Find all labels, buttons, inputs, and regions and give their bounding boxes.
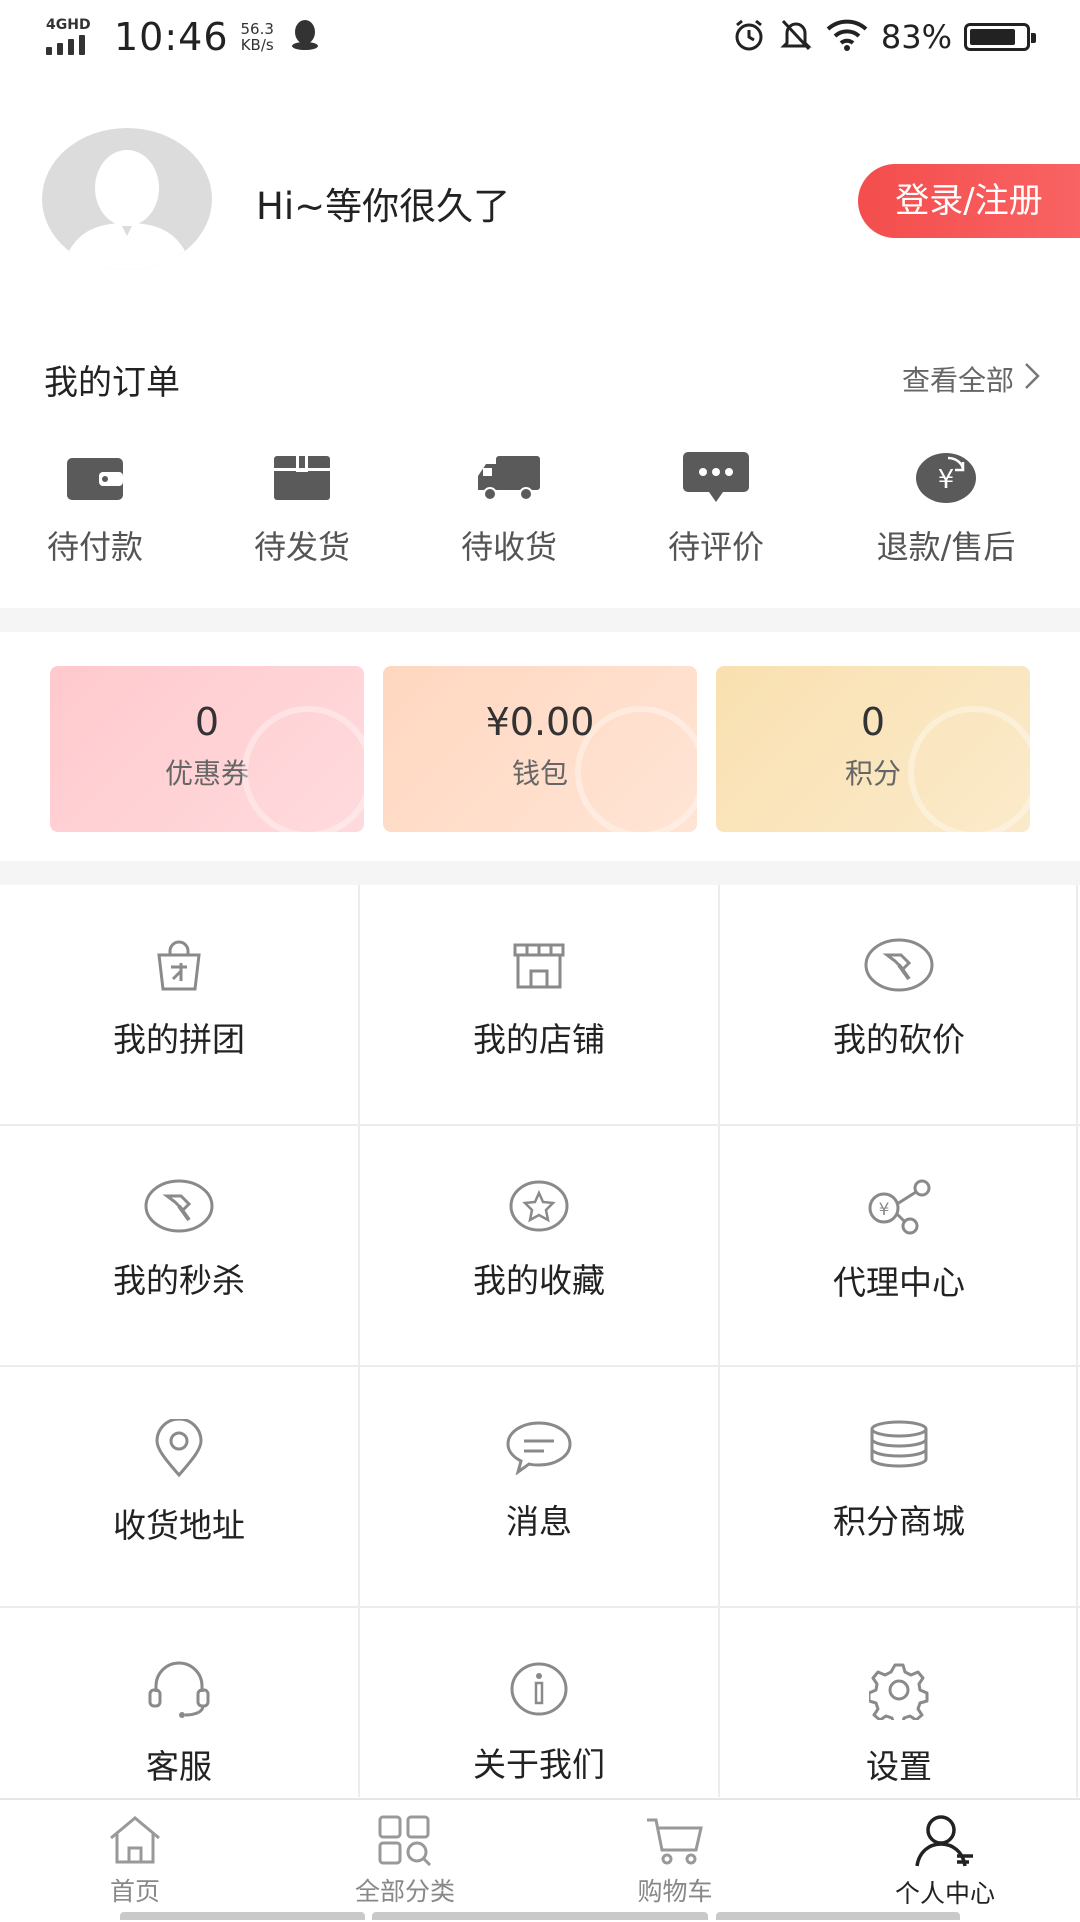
wallet-icon: [0, 450, 195, 504]
order-item-label: 待付款: [46, 528, 143, 566]
avatar[interactable]: [42, 128, 212, 270]
menu-label: 关于我们: [473, 1745, 605, 1784]
package-icon: [202, 450, 402, 504]
menu-group-buy[interactable]: 我的拼团: [0, 885, 358, 1124]
bargain-icon: [720, 937, 1078, 993]
wifi-icon: [825, 18, 869, 56]
menu-favorites[interactable]: 我的收藏: [360, 1126, 718, 1365]
menu-label: 代理中心: [833, 1263, 965, 1302]
order-item-label: 待收货: [460, 528, 557, 566]
home-icon: [35, 1814, 235, 1866]
order-refund[interactable]: ¥ 退款/售后: [846, 450, 1046, 568]
view-all-orders-link[interactable]: 查看全部: [902, 359, 1040, 399]
speed-unit: KB/s: [240, 36, 274, 54]
svg-text:¥: ¥: [879, 1200, 890, 1220]
tab-label: 全部分类: [354, 1877, 455, 1906]
order-status-row: 待付款 待发货 待收货 待评价 ¥ 退款/售后: [0, 450, 1080, 580]
network-type: 4GHD: [46, 17, 91, 33]
cart-icon: [575, 1814, 775, 1866]
menu-settings[interactable]: 设置: [720, 1608, 1078, 1797]
menu-label: 我的秒杀: [113, 1261, 245, 1300]
section-divider: [0, 861, 1080, 885]
asset-cards: 0 优惠券 ¥0.00 钱包 0 积分: [0, 660, 1080, 840]
menu-about-us[interactable]: 关于我们: [360, 1608, 718, 1797]
menu-address[interactable]: 收货地址: [0, 1367, 358, 1606]
login-register-button[interactable]: 登录/注册: [858, 164, 1080, 238]
gear-icon: [720, 1660, 1078, 1720]
comment-icon: [616, 450, 816, 504]
menu-label: 客服: [146, 1747, 212, 1786]
wallet-card[interactable]: ¥0.00 钱包: [383, 666, 697, 832]
tab-label: 首页: [109, 1877, 160, 1906]
battery-icon: [964, 23, 1036, 51]
menu-bargain[interactable]: 我的砍价: [720, 885, 1078, 1124]
profile-header: Hi~等你很久了 登录/注册: [0, 120, 1080, 290]
menu-messages[interactable]: 消息: [360, 1367, 718, 1606]
headset-icon: [0, 1660, 358, 1720]
orders-header: 我的订单 查看全部: [0, 345, 1080, 405]
bell-off-icon: [779, 17, 813, 57]
tab-categories[interactable]: 全部分类: [305, 1814, 505, 1908]
status-bar: 4GHD 10:46 56.3 KB/s 83%: [0, 0, 1080, 72]
tab-cart[interactable]: 购物车: [575, 1814, 775, 1908]
qq-icon: [290, 18, 320, 56]
order-pending-receipt[interactable]: 待收货: [409, 450, 609, 568]
svg-text:¥: ¥: [938, 465, 955, 495]
user-icon: [845, 1814, 1045, 1868]
view-all-label: 查看全部: [901, 364, 1014, 397]
menu-label: 我的砍价: [833, 1020, 965, 1059]
location-pin-icon: [0, 1419, 358, 1479]
network-speed: 56.3 KB/s: [241, 21, 274, 53]
speed-value: 56.3: [240, 20, 274, 38]
menu-label: 我的收藏: [473, 1261, 605, 1300]
refund-icon: ¥: [846, 450, 1046, 504]
menu-agent-center[interactable]: ¥ 代理中心: [720, 1126, 1078, 1365]
menu-label: 消息: [506, 1502, 572, 1541]
menu-grid: 我的拼团 我的店铺 我的砍价 我的秒杀 我的收藏 ¥ 代理中心 收货地址 消息 …: [0, 885, 1080, 1797]
agent-share-icon: ¥: [720, 1178, 1078, 1236]
order-pending-payment[interactable]: 待付款: [0, 450, 195, 568]
status-time: 10:46: [114, 15, 229, 59]
bottom-tab-bar: 首页 全部分类 购物车 个人中心: [0, 1798, 1080, 1922]
tab-label: 个人中心: [894, 1879, 995, 1908]
menu-label: 设置: [866, 1747, 932, 1786]
order-item-label: 退款/售后: [876, 528, 1016, 566]
battery-percent: 83%: [880, 18, 952, 56]
message-icon: [360, 1419, 718, 1475]
nav-indicator: [372, 1912, 708, 1920]
info-icon: [360, 1660, 718, 1718]
chevron-right-icon: [1024, 362, 1040, 397]
coins-stack-icon: [720, 1419, 1078, 1475]
order-pending-review[interactable]: 待评价: [616, 450, 816, 568]
flash-sale-icon: [0, 1178, 358, 1234]
store-icon: [360, 937, 718, 993]
order-pending-shipment[interactable]: 待发货: [202, 450, 402, 568]
tab-profile[interactable]: 个人中心: [845, 1814, 1045, 1910]
nav-indicator: [120, 1912, 365, 1920]
menu-my-store[interactable]: 我的店铺: [360, 885, 718, 1124]
points-card[interactable]: 0 积分: [716, 666, 1030, 832]
tab-home[interactable]: 首页: [35, 1814, 235, 1908]
menu-label: 我的拼团: [113, 1020, 245, 1059]
menu-label: 积分商城: [833, 1502, 965, 1541]
favorite-star-icon: [360, 1178, 718, 1234]
section-divider: [0, 608, 1080, 632]
nav-indicator: [716, 1912, 960, 1920]
category-icon: [305, 1814, 505, 1866]
menu-points-mall[interactable]: 积分商城: [720, 1367, 1078, 1606]
menu-customer-service[interactable]: 客服: [0, 1608, 358, 1797]
alarm-icon: [731, 17, 767, 57]
signal-icon: 4GHD: [46, 17, 100, 57]
orders-title: 我的订单: [44, 363, 180, 403]
tab-label: 购物车: [637, 1877, 713, 1906]
order-item-label: 待发货: [253, 528, 350, 566]
menu-label: 收货地址: [113, 1506, 245, 1545]
order-item-label: 待评价: [667, 528, 764, 566]
menu-flash-sale[interactable]: 我的秒杀: [0, 1126, 358, 1365]
menu-label: 我的店铺: [473, 1020, 605, 1059]
greeting-text: Hi~等你很久了: [256, 185, 511, 228]
coupon-card[interactable]: 0 优惠券: [50, 666, 364, 832]
truck-icon: [409, 450, 609, 504]
group-bag-icon: [0, 937, 358, 993]
